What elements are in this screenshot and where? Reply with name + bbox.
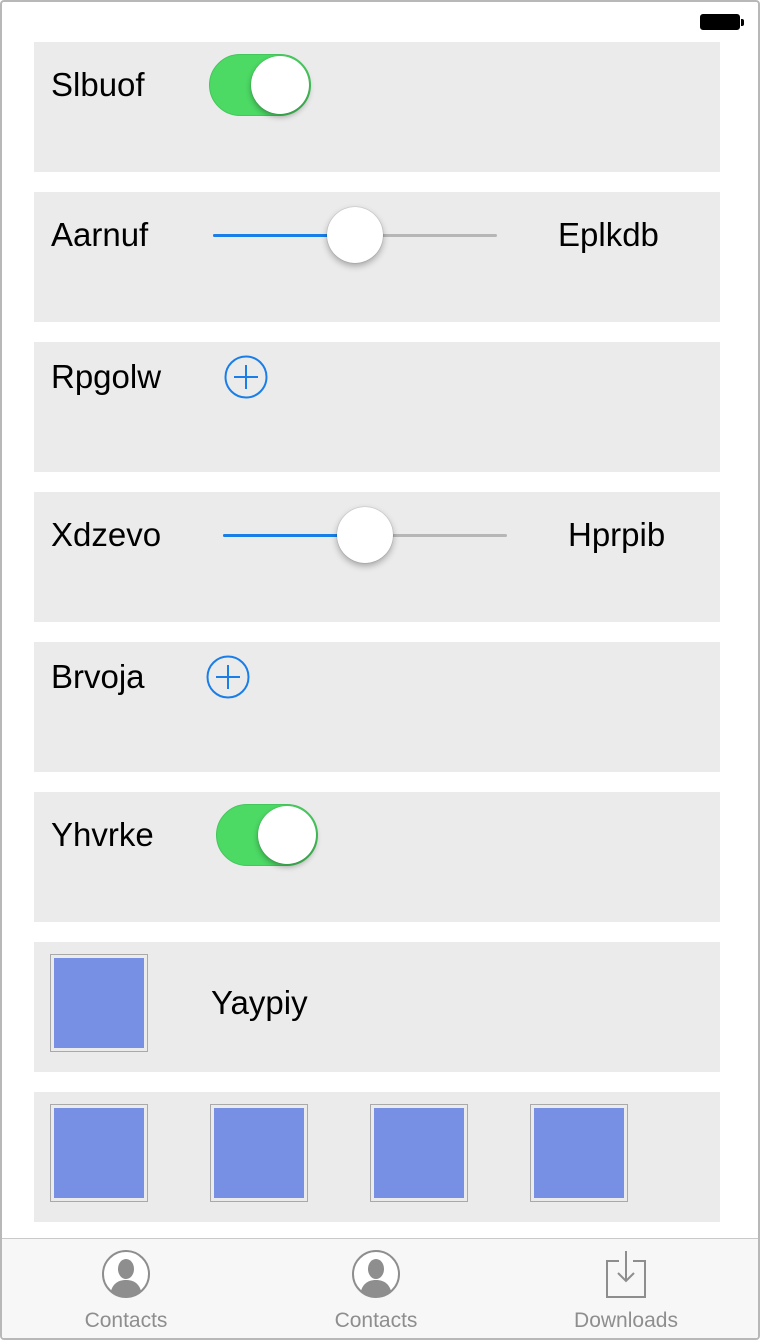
row-label: Yaypiy xyxy=(211,984,308,1021)
plus-circle-icon[interactable] xyxy=(224,355,268,399)
image-thumbnail[interactable] xyxy=(530,1104,628,1202)
image-fill xyxy=(214,1108,304,1198)
tab-downloads[interactable]: Downloads xyxy=(526,1239,726,1338)
row-label: Rpgolw xyxy=(51,358,162,395)
download-icon xyxy=(606,1251,646,1298)
image-thumbnail[interactable] xyxy=(210,1104,308,1202)
slider-thumb[interactable] xyxy=(327,207,383,263)
contact-icon xyxy=(102,1250,150,1298)
slider[interactable] xyxy=(223,505,507,565)
slider-value-label: Eplkdb xyxy=(558,216,659,253)
row-label: Xdzevo xyxy=(51,516,162,553)
image-fill xyxy=(54,958,144,1048)
toggle-row-slbuof: Slbuof xyxy=(34,42,720,172)
slider-row-xdzevo: Xdzevo Hprpib xyxy=(34,492,720,622)
toggle-switch[interactable] xyxy=(216,804,318,866)
tab-label: Contacts xyxy=(84,1309,168,1332)
contact-icon xyxy=(352,1250,400,1298)
add-row-brvoja: Brvoja xyxy=(34,642,720,772)
toggle-row-yhvrke: Yhvrke xyxy=(34,792,720,922)
battery-full-icon xyxy=(700,14,744,32)
tab-label: Contacts xyxy=(334,1309,418,1332)
slider-thumb[interactable] xyxy=(337,507,393,563)
tab-contacts-1[interactable]: Contacts xyxy=(26,1239,226,1338)
image-fill xyxy=(374,1108,464,1198)
tab-bar: Contacts Contacts Downloads xyxy=(2,1238,758,1338)
image-thumbnail[interactable] xyxy=(50,1104,148,1202)
image-thumbnail[interactable] xyxy=(50,954,148,1052)
toggle-knob xyxy=(258,806,316,864)
image-row-yaypiy: Yaypiy xyxy=(34,942,720,1072)
row-label: Yhvrke xyxy=(51,816,154,853)
tab-contacts-2[interactable]: Contacts xyxy=(276,1239,476,1338)
slider-row-aarnuf: Aarnuf Eplkdb xyxy=(34,192,720,322)
app-screen: Slbuof Aarnuf Eplkdb Rpgolw Xdzevo Hprpi xyxy=(0,0,760,1340)
tab-label: Downloads xyxy=(574,1309,678,1332)
image-thumbnail[interactable] xyxy=(370,1104,468,1202)
plus-circle-icon[interactable] xyxy=(206,655,250,699)
add-row-rpgolw: Rpgolw xyxy=(34,342,720,472)
toggle-switch[interactable] xyxy=(209,54,311,116)
image-fill xyxy=(54,1108,144,1198)
slider-value-label: Hprpib xyxy=(568,516,666,553)
image-grid-row xyxy=(34,1092,720,1222)
row-label: Brvoja xyxy=(51,658,145,695)
image-fill xyxy=(534,1108,624,1198)
slider[interactable] xyxy=(213,205,497,265)
row-label: Aarnuf xyxy=(51,216,149,253)
row-label: Slbuof xyxy=(51,66,145,103)
toggle-knob xyxy=(251,56,309,114)
